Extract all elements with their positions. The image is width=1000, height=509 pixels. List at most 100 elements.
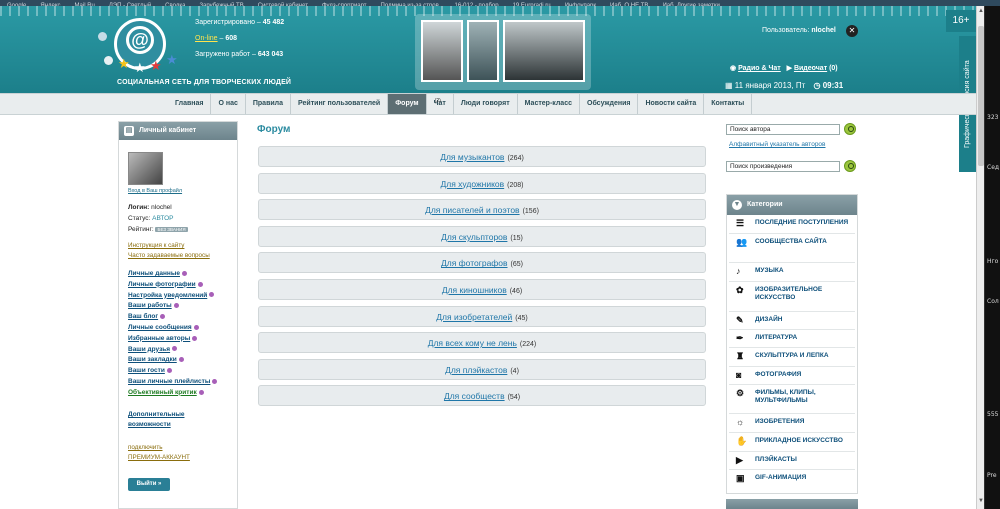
nav-item-0[interactable]: Главная [168, 94, 212, 114]
search-author-icon[interactable] [844, 123, 856, 135]
category-label[interactable]: ИЗОБРЕТЕНИЯ [755, 418, 857, 426]
featured-photo[interactable] [467, 20, 499, 82]
plus-icon[interactable] [182, 270, 187, 276]
cabinet-menu-item[interactable]: Ваш блог [128, 313, 217, 324]
cabinet-menu-link[interactable]: Ваши гости [128, 367, 165, 374]
search-work-icon[interactable] [844, 160, 856, 172]
forum-link[interactable]: Для скульпторов [441, 232, 507, 242]
site-logo[interactable]: @ ★ ★ ★ ★ [96, 12, 188, 75]
cabinet-menu-item[interactable]: Настройка уведомлений [128, 292, 217, 303]
cabinet-menu-link[interactable]: Личные данные [128, 270, 180, 277]
nav-item-9[interactable]: Новости сайта [638, 94, 705, 114]
featured-photo[interactable] [421, 20, 463, 82]
cabinet-menu-item[interactable]: Личные фотографии [128, 281, 217, 292]
forum-row[interactable]: Для плэйкастов (4) [258, 358, 706, 380]
cabinet-menu-item[interactable]: Объективный критик [128, 389, 217, 400]
nav-item-6[interactable]: Люди говорят [454, 94, 518, 114]
cabinet-menu-item[interactable]: Ваши друзья [128, 346, 217, 357]
search-work-input[interactable]: Поиск произведения [726, 161, 840, 172]
forum-link[interactable]: Для киношников [442, 285, 507, 295]
forum-link[interactable]: Для всех кому не лень [428, 338, 517, 348]
category-label[interactable]: ДИЗАЙН [755, 316, 857, 324]
cabinet-menu-link[interactable]: Объективный критик [128, 389, 197, 396]
plus-icon[interactable] [197, 281, 203, 287]
category-label[interactable]: ПЛЭЙКАСТЫ [755, 456, 857, 464]
help-link[interactable]: Часто задаваемые вопросы [128, 252, 210, 259]
cabinet-menu-item[interactable]: Личные сообщения [128, 324, 217, 335]
nav-item-2[interactable]: Правила [246, 94, 292, 114]
nav-item-7[interactable]: Мастер-класс [518, 94, 580, 114]
forum-link[interactable]: Для изобретателей [436, 312, 512, 322]
cabinet-menu-link[interactable]: Личные сообщения [128, 324, 192, 331]
cabinet-menu-item[interactable]: Ваши личные плейлисты [128, 378, 218, 389]
cabinet-menu-item[interactable]: Личные данные [128, 270, 217, 281]
forum-row[interactable]: Для художников (208) [258, 172, 706, 194]
exit-button[interactable]: Выйти » [128, 478, 170, 491]
alphabet-index-link[interactable]: Алфавитный указатель авторов [729, 141, 826, 148]
category-label[interactable]: СКУЛЬПТУРА И ЛЕПКА [755, 352, 857, 360]
plus-icon[interactable] [160, 313, 166, 319]
forum-link[interactable]: Для писателей и поэтов [425, 205, 520, 215]
plus-icon[interactable] [209, 292, 215, 298]
profile-link[interactable]: Вход в Ваш профайл [128, 188, 182, 194]
forum-row[interactable]: Для фотографов (65) [258, 252, 706, 274]
plus-icon[interactable] [193, 324, 199, 330]
extra-features-link-2[interactable]: возможности [128, 421, 184, 428]
forum-row[interactable]: Для киношников (46) [258, 279, 706, 300]
plus-icon[interactable] [178, 357, 184, 363]
category-label[interactable]: ПРИКЛАДНОЕ ИСКУССТВО [755, 437, 857, 445]
forum-link[interactable]: Для сообществ [444, 391, 505, 401]
cabinet-menu-link[interactable]: Ваши закладки [128, 356, 177, 363]
nav-item-1[interactable]: О нас [211, 94, 246, 114]
cabinet-menu-item[interactable]: Ваши работы [128, 302, 217, 313]
nav-item-5[interactable]: Чат (2) [427, 94, 454, 114]
online-link[interactable]: On-line [195, 35, 218, 42]
forum-row[interactable]: Для писателей и поэтов (156) [258, 199, 706, 221]
forum-row[interactable]: Для скульпторов (15) [258, 225, 706, 247]
nav-item-3[interactable]: Рейтинг пользователей [291, 94, 389, 114]
category-label[interactable]: GIF-АНИМАЦИЯ [755, 474, 857, 482]
help-link[interactable]: Инструкция к сайту [128, 242, 210, 249]
cabinet-menu-link[interactable]: Ваши друзья [128, 346, 170, 353]
cabinet-menu-item[interactable]: Избранные авторы [128, 335, 217, 346]
cabinet-menu-link[interactable]: Настройка уведомлений [128, 292, 207, 299]
category-label[interactable]: ЛИТЕРАТУРА [755, 334, 857, 342]
cabinet-menu-item[interactable]: Ваши закладки [128, 356, 217, 367]
cabinet-menu-link[interactable]: Избранные авторы [128, 335, 190, 342]
cabinet-menu-link[interactable]: Ваши личные плейлисты [128, 378, 210, 385]
plus-icon[interactable] [172, 346, 178, 352]
radio-link[interactable]: Радио & Чат [738, 65, 781, 72]
cabinet-menu-item[interactable]: Ваши гости [128, 367, 217, 378]
featured-photo[interactable] [503, 20, 585, 82]
plus-icon[interactable] [192, 335, 198, 341]
category-label[interactable]: СООБЩЕСТВА САЙТА [755, 238, 857, 246]
category-label[interactable]: ФОТОГРАФИЯ [755, 371, 857, 379]
cabinet-menu-link[interactable]: Ваши работы [128, 302, 172, 309]
cabinet-menu-link[interactable]: Ваш блог [128, 313, 158, 320]
category-label[interactable]: ПОСЛЕДНИЕ ПОСТУПЛЕНИЯ [755, 219, 857, 227]
forum-row[interactable]: Для изобретателей (45) [258, 305, 706, 327]
forum-row[interactable]: Для музыкантов (264) [258, 146, 706, 167]
premium-account-link[interactable]: ПРЕМИУМ-АККАУНТ [128, 454, 190, 461]
search-author-input[interactable]: Поиск автора [726, 124, 840, 135]
user-name[interactable]: nlochel [811, 27, 836, 34]
avatar[interactable] [128, 152, 163, 185]
videochat-link[interactable]: Видеочат [794, 65, 827, 72]
category-label[interactable]: ФИЛЬМЫ, КЛИПЫ, МУЛЬТФИЛЬМЫ [755, 389, 857, 405]
logout-close-icon[interactable]: ✕ [846, 25, 858, 37]
nav-item-10[interactable]: Контакты [704, 94, 753, 114]
cabinet-menu-link[interactable]: Личные фотографии [128, 281, 196, 288]
forum-row[interactable]: Для всех кому не лень (224) [258, 332, 706, 354]
category-label[interactable]: МУЗЫКА [755, 267, 857, 275]
plus-icon[interactable] [198, 389, 204, 395]
forum-row[interactable]: Для сообществ (54) [258, 385, 706, 407]
extra-features-link[interactable]: Дополнительные [128, 411, 184, 418]
forum-link[interactable]: Для фотографов [441, 258, 508, 268]
category-label[interactable]: ИЗОБРАЗИТЕЛЬНОЕ ИСКУССТВО [755, 286, 857, 302]
premium-connect-link[interactable]: подключить [128, 444, 190, 451]
nav-item-4[interactable]: Форум [388, 94, 427, 114]
forum-link[interactable]: Для художников [440, 179, 504, 189]
plus-icon[interactable] [173, 303, 179, 309]
nav-item-8[interactable]: Обсуждения [580, 94, 639, 114]
plus-icon[interactable] [212, 378, 218, 384]
